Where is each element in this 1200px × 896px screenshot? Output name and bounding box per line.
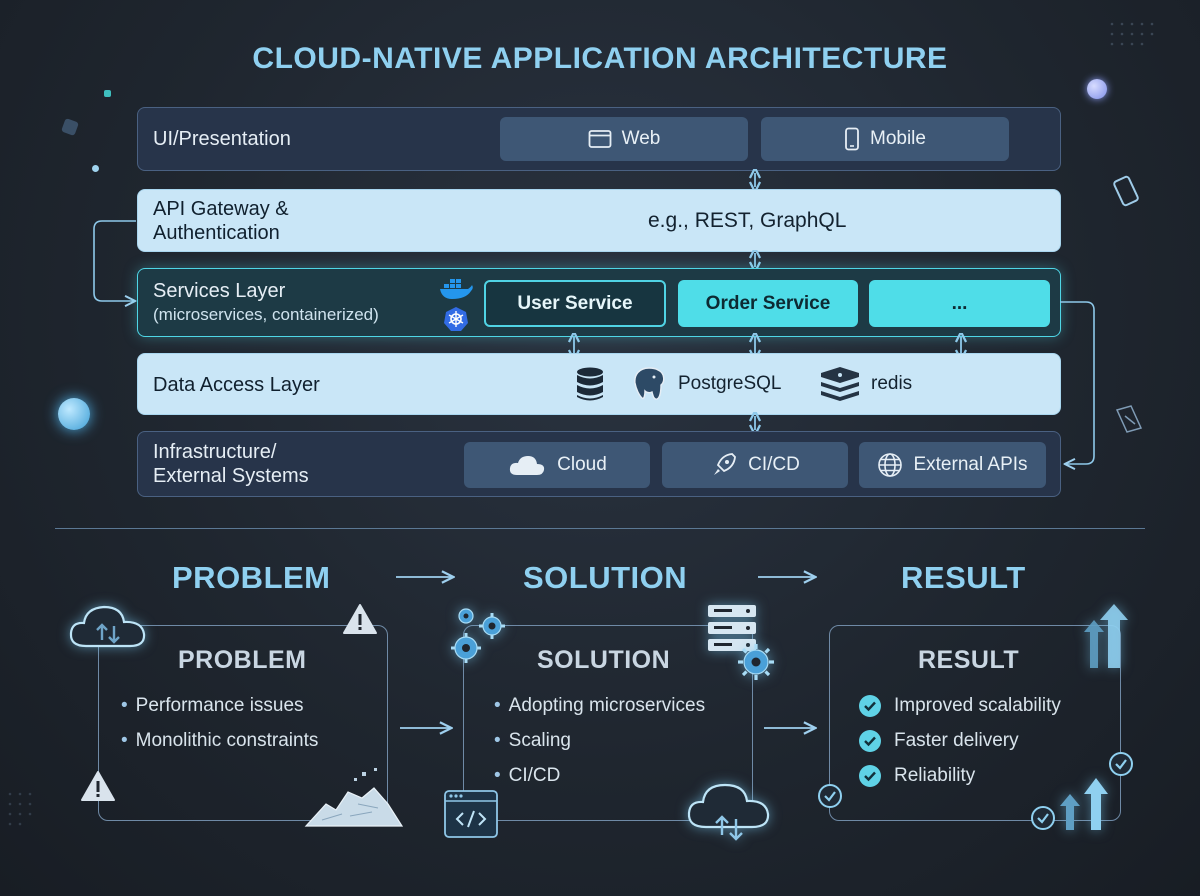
user-service-label: User Service [517,292,633,314]
mobile-label: Mobile [870,128,926,149]
bidirectional-arrow [745,250,765,270]
mobile-phone-icon [1113,175,1139,207]
layer-label: Data Access Layer [153,374,320,396]
loop-arrow-left [93,220,140,307]
external-apis-chip[interactable]: External APIs [859,442,1046,488]
layer-label: Services Layer (microservices, container… [153,280,379,324]
list-item: • CI/CD [494,765,561,786]
globe-icon [878,453,903,477]
mobile-phone-icon [845,127,859,151]
check-icon [818,784,842,808]
postgresql-label: PostgreSQL [678,373,782,394]
gear-icon [451,608,505,663]
web-label: Web [621,128,661,149]
flow-header-solution: SOLUTION [523,560,688,595]
flow-arrow [764,718,818,738]
docker-icon [440,279,473,299]
rocket-icon [714,453,737,475]
list-item: • Scaling [494,730,571,751]
list-item: Improved scalability [858,688,1061,723]
layer-label: UI/Presentation [153,128,291,150]
redis-icon [821,367,859,401]
warning-icon [343,604,377,634]
cloud-icon [510,456,545,475]
cloud-chip[interactable]: Cloud [464,442,650,488]
cicd-label: CI/CD [748,454,800,475]
section-divider [55,528,1145,529]
order-service-label: Order Service [705,292,831,314]
problem-list: • Performance issues • Monolithic constrai… [121,688,318,758]
layer-label: Infrastructure/ External Systems [153,441,309,487]
cloud-label: Cloud [557,454,607,475]
check-icon [1109,752,1133,776]
check-icon [1031,806,1055,830]
mobile-chip[interactable]: Mobile [761,117,1009,161]
flow-header-result: RESULT [901,560,1026,595]
list-item: Faster delivery [858,723,1061,758]
browser-window-icon [588,130,612,148]
decorative-dot [104,90,111,97]
dot-pattern [1110,22,1154,46]
problem-title: PROBLEM [178,646,307,674]
loop-arrow-right [1060,301,1095,472]
flow-arrow [396,566,456,588]
layer-label: API Gateway & Authentication [153,198,289,244]
check-icon [859,764,881,787]
user-service-chip[interactable]: User Service [484,280,666,327]
bidirectional-arrow [745,169,765,191]
result-title: RESULT [918,646,1020,674]
check-icon [859,694,881,717]
data-access-layer: Data Access Layer PostgreSQL redis [137,353,1061,415]
flow-header-problem: PROBLEM [172,560,331,595]
web-chip[interactable]: Web [500,117,748,161]
api-detail: e.g., REST, GraphQL [648,209,847,232]
flow-arrow [758,566,818,588]
warning-icon [81,771,115,801]
api-gateway-layer: API Gateway & Authentication e.g., REST,… [137,189,1061,252]
services-layer: Services Layer (microservices, container… [137,268,1061,337]
infrastructure-layer: Infrastructure/ External Systems Cloud C… [137,431,1061,497]
flow-arrow [400,718,454,738]
external-apis-label: External APIs [913,454,1028,475]
decorative-shape [1115,405,1143,433]
decorative-orb [58,398,90,430]
check-icon [859,729,881,752]
postgresql-item: PostgreSQL [630,365,782,403]
list-item: • Monolithic constraints [121,730,319,751]
solution-list: • Adopting microservices • Scaling • CI/CD [494,688,705,793]
list-item: Reliability [858,758,1061,793]
redis-label: redis [871,373,913,394]
result-list: Improved scalability Faster delivery Rel… [858,688,1061,793]
more-services-label: ... [951,292,968,314]
up-arrows-icon [1084,604,1128,668]
page-title: CLOUD-NATIVE APPLICATION ARCHITECTURE [252,42,948,75]
decorative-orb [1087,79,1107,99]
list-item: • Adopting microservices [494,695,706,716]
list-item: • Performance issues [121,695,304,716]
rubble-icon [304,768,404,827]
kubernetes-icon [444,307,468,331]
gear-icon [738,644,774,680]
up-arrows-icon [1060,778,1108,830]
cicd-chip[interactable]: CI/CD [662,442,848,488]
order-service-chip[interactable]: Order Service [678,280,858,327]
decorative-dot [61,118,79,136]
cloud-sync-icon [69,605,146,648]
ui-presentation-layer: UI/Presentation Web Mobile [137,107,1061,171]
postgresql-icon [634,367,665,400]
database-icon [577,367,603,401]
solution-title: SOLUTION [537,646,671,674]
code-window-icon [444,790,498,838]
dot-pattern [8,792,32,826]
redis-item: redis [819,367,912,401]
more-services-chip[interactable]: ... [869,280,1050,327]
decorative-dot [92,165,99,172]
